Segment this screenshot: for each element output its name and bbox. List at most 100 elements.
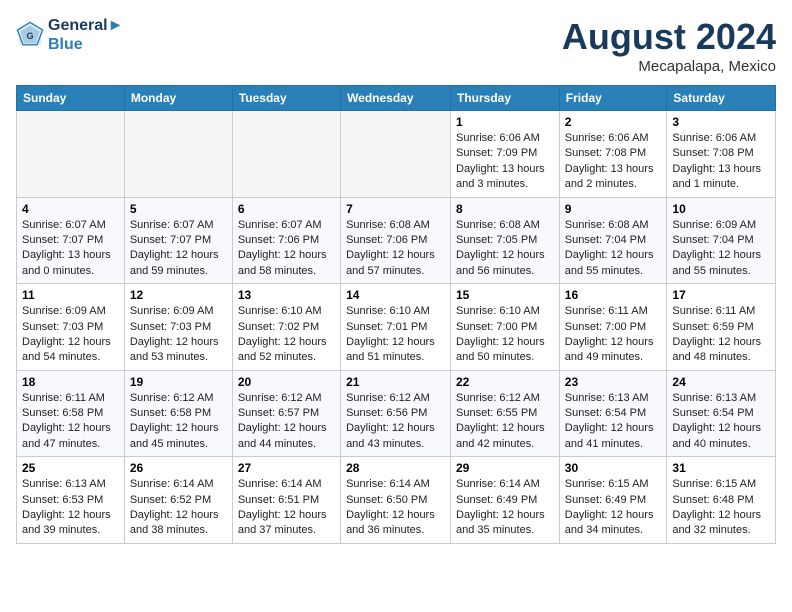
day-cell: 11Sunrise: 6:09 AMSunset: 7:03 PMDayligh… [17,284,125,371]
day-info: Sunrise: 6:10 AMSunset: 7:02 PMDaylight:… [238,304,335,366]
week-row-1: 1 Sunrise: 6:06 AMSunset: 7:09 PMDaylight… [17,111,776,198]
day-info: Sunrise: 6:11 AMSunset: 6:59 PMDaylight:… [672,304,770,366]
week-row-4: 18Sunrise: 6:11 AMSunset: 6:58 PMDayligh… [17,370,776,457]
day-cell: 7Sunrise: 6:08 AMSunset: 7:06 PMDaylight… [341,197,451,284]
day-cell [17,111,125,198]
day-info: Sunrise: 6:09 AMSunset: 7:03 PMDaylight:… [130,304,227,366]
week-row-3: 11Sunrise: 6:09 AMSunset: 7:03 PMDayligh… [17,284,776,371]
page-header: G General► Blue August 2024 Mecapalapa, … [16,16,776,75]
day-number: 31 [672,461,770,475]
col-header-sunday: Sunday [17,86,125,111]
header-row: SundayMondayTuesdayWednesdayThursdayFrid… [17,86,776,111]
day-info: Sunrise: 6:13 AMSunset: 6:53 PMDaylight:… [22,477,119,539]
day-number: 14 [346,288,445,302]
day-info: Sunrise: 6:12 AMSunset: 6:55 PMDaylight:… [456,391,554,453]
day-cell: 16 Sunrise: 6:11 AMSunset: 7:00 PMDayligh… [559,284,667,371]
day-info: Sunrise: 6:11 AMSunset: 7:00 PMDaylight:… [565,304,662,366]
day-cell: 28 Sunrise: 6:14 AMSunset: 6:50 PMDayligh… [341,457,451,544]
day-number: 19 [130,375,227,389]
day-info: Sunrise: 6:07 AMSunset: 7:06 PMDaylight:… [238,218,335,280]
day-cell: 12 Sunrise: 6:09 AMSunset: 7:03 PMDayligh… [124,284,232,371]
day-info: Sunrise: 6:12 AMSunset: 6:58 PMDaylight:… [130,391,227,453]
day-info: Sunrise: 6:06 AMSunset: 7:08 PMDaylight:… [565,131,662,193]
day-number: 13 [238,288,335,302]
day-number: 27 [238,461,335,475]
day-cell: 24 Sunrise: 6:13 AMSunset: 6:54 PMDayligh… [667,370,776,457]
day-cell: 18Sunrise: 6:11 AMSunset: 6:58 PMDayligh… [17,370,125,457]
day-cell [341,111,451,198]
svg-text:G: G [26,31,33,41]
day-info: Sunrise: 6:09 AMSunset: 7:03 PMDaylight:… [22,304,119,366]
day-info: Sunrise: 6:13 AMSunset: 6:54 PMDaylight:… [672,391,770,453]
day-info: Sunrise: 6:14 AMSunset: 6:50 PMDaylight:… [346,477,445,539]
day-number: 16 [565,288,662,302]
col-header-saturday: Saturday [667,86,776,111]
day-info: Sunrise: 6:06 AMSunset: 7:09 PMDaylight:… [456,131,554,193]
day-info: Sunrise: 6:07 AMSunset: 7:07 PMDaylight:… [22,218,119,280]
day-info: Sunrise: 6:12 AMSunset: 6:56 PMDaylight:… [346,391,445,453]
day-number: 24 [672,375,770,389]
day-info: Sunrise: 6:13 AMSunset: 6:54 PMDaylight:… [565,391,662,453]
day-cell: 19 Sunrise: 6:12 AMSunset: 6:58 PMDayligh… [124,370,232,457]
day-number: 26 [130,461,227,475]
day-cell [232,111,340,198]
day-info: Sunrise: 6:15 AMSunset: 6:48 PMDaylight:… [672,477,770,539]
day-number: 1 [456,115,554,129]
day-number: 15 [456,288,554,302]
day-info: Sunrise: 6:10 AMSunset: 7:00 PMDaylight:… [456,304,554,366]
col-header-tuesday: Tuesday [232,86,340,111]
day-info: Sunrise: 6:07 AMSunset: 7:07 PMDaylight:… [130,218,227,280]
day-info: Sunrise: 6:14 AMSunset: 6:49 PMDaylight:… [456,477,554,539]
day-number: 12 [130,288,227,302]
col-header-wednesday: Wednesday [341,86,451,111]
week-row-2: 4 Sunrise: 6:07 AMSunset: 7:07 PMDaylight… [17,197,776,284]
day-number: 20 [238,375,335,389]
day-cell: 3 Sunrise: 6:06 AMSunset: 7:08 PMDaylight… [667,111,776,198]
day-cell: 1 Sunrise: 6:06 AMSunset: 7:09 PMDaylight… [451,111,560,198]
day-cell: 6Sunrise: 6:07 AMSunset: 7:06 PMDaylight… [232,197,340,284]
day-number: 8 [456,202,554,216]
day-number: 4 [22,202,119,216]
day-info: Sunrise: 6:10 AMSunset: 7:01 PMDaylight:… [346,304,445,366]
day-number: 17 [672,288,770,302]
day-number: 2 [565,115,662,129]
day-number: 3 [672,115,770,129]
logo-icon: G [16,21,44,49]
day-info: Sunrise: 6:15 AMSunset: 6:49 PMDaylight:… [565,477,662,539]
logo-text: General► Blue [48,16,123,54]
day-info: Sunrise: 6:11 AMSunset: 6:58 PMDaylight:… [22,391,119,453]
day-number: 29 [456,461,554,475]
day-number: 5 [130,202,227,216]
day-cell: 9 Sunrise: 6:08 AMSunset: 7:04 PMDaylight… [559,197,667,284]
day-info: Sunrise: 6:12 AMSunset: 6:57 PMDaylight:… [238,391,335,453]
week-row-5: 25 Sunrise: 6:13 AMSunset: 6:53 PMDayligh… [17,457,776,544]
day-cell: 25 Sunrise: 6:13 AMSunset: 6:53 PMDayligh… [17,457,125,544]
day-cell: 26Sunrise: 6:14 AMSunset: 6:52 PMDayligh… [124,457,232,544]
day-cell: 29 Sunrise: 6:14 AMSunset: 6:49 PMDayligh… [451,457,560,544]
day-info: Sunrise: 6:08 AMSunset: 7:04 PMDaylight:… [565,218,662,280]
col-header-thursday: Thursday [451,86,560,111]
col-header-friday: Friday [559,86,667,111]
day-cell: 14 Sunrise: 6:10 AMSunset: 7:01 PMDayligh… [341,284,451,371]
day-cell: 30Sunrise: 6:15 AMSunset: 6:49 PMDayligh… [559,457,667,544]
day-number: 28 [346,461,445,475]
day-cell: 21 Sunrise: 6:12 AMSunset: 6:56 PMDayligh… [341,370,451,457]
calendar-table: SundayMondayTuesdayWednesdayThursdayFrid… [16,85,776,544]
day-cell [124,111,232,198]
day-info: Sunrise: 6:08 AMSunset: 7:06 PMDaylight:… [346,218,445,280]
logo: G General► Blue [16,16,123,54]
day-info: Sunrise: 6:06 AMSunset: 7:08 PMDaylight:… [672,131,770,193]
day-cell: 22 Sunrise: 6:12 AMSunset: 6:55 PMDayligh… [451,370,560,457]
day-cell: 31 Sunrise: 6:15 AMSunset: 6:48 PMDayligh… [667,457,776,544]
day-cell: 4 Sunrise: 6:07 AMSunset: 7:07 PMDaylight… [17,197,125,284]
day-info: Sunrise: 6:14 AMSunset: 6:51 PMDaylight:… [238,477,335,539]
day-number: 9 [565,202,662,216]
day-number: 21 [346,375,445,389]
day-cell: 8Sunrise: 6:08 AMSunset: 7:05 PMDaylight… [451,197,560,284]
location-subtitle: Mecapalapa, Mexico [562,58,776,75]
day-cell: 17 Sunrise: 6:11 AMSunset: 6:59 PMDayligh… [667,284,776,371]
day-number: 22 [456,375,554,389]
day-number: 10 [672,202,770,216]
day-cell: 5 Sunrise: 6:07 AMSunset: 7:07 PMDaylight… [124,197,232,284]
day-number: 25 [22,461,119,475]
